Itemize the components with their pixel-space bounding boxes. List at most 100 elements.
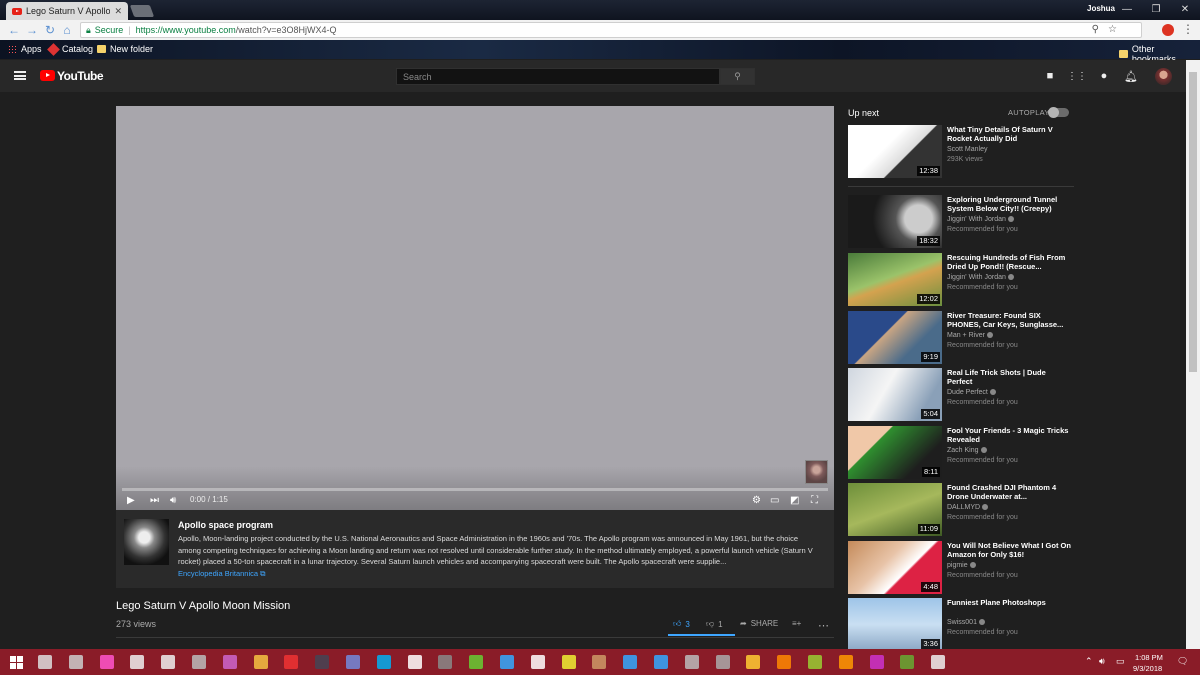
chrome-menu-icon[interactable]: ⋮: [1182, 22, 1194, 36]
forward-arrow-icon[interactable]: →: [24, 22, 40, 38]
app-icon[interactable]: [500, 655, 514, 669]
restore-window-button[interactable]: ❐: [1143, 0, 1169, 18]
app-icon[interactable]: [808, 655, 822, 669]
video-title[interactable]: Funniest Plane Photoshops: [947, 598, 1073, 607]
reload-icon[interactable]: ↻: [42, 22, 58, 38]
apps-grid-icon[interactable]: ⋮⋮: [1067, 69, 1087, 83]
network-tray-icon[interactable]: ▭: [1116, 656, 1125, 667]
back-arrow-icon[interactable]: ←: [6, 22, 22, 38]
youtube-logo-icon[interactable]: [40, 70, 55, 81]
avatar[interactable]: [1155, 68, 1172, 85]
files-icon[interactable]: [192, 655, 206, 669]
add-to-playlist-icon[interactable]: ≡+: [792, 619, 801, 628]
video-thumbnail[interactable]: 12:02: [848, 253, 942, 306]
video-thumbnail[interactable]: 3:36: [848, 598, 942, 651]
xbox-icon[interactable]: [407, 655, 422, 669]
recommended-video[interactable]: 12:02 Rescuing Hundreds of Fish From Drie…: [848, 253, 1074, 307]
next-icon[interactable]: ⏭︎: [150, 493, 159, 507]
folder-icon[interactable]: [253, 655, 268, 669]
messages-icon[interactable]: ●: [1097, 69, 1111, 83]
recommended-video[interactable]: 4:48 You Will Not Believe What I Got On A…: [848, 541, 1074, 595]
autoplay-toggle[interactable]: [1048, 107, 1069, 118]
video-title[interactable]: Real Life Trick Shots | Dude Perfect: [947, 368, 1073, 386]
video-title[interactable]: What Tiny Details Of Saturn V Rocket Act…: [947, 125, 1073, 143]
video-thumbnail[interactable]: 4:48: [848, 541, 942, 594]
minimize-window-button[interactable]: —: [1114, 0, 1140, 18]
app-icon[interactable]: [746, 655, 761, 669]
cast-icon[interactable]: ◩: [790, 493, 799, 507]
recommended-video[interactable]: 11:09 Found Crashed DJI Phantom 4 Drone U…: [848, 483, 1074, 537]
video-thumbnail[interactable]: 12:38: [848, 125, 942, 178]
video-title[interactable]: Exploring Underground Tunnel System Belo…: [947, 195, 1073, 213]
video-thumbnail[interactable]: 18:32: [848, 195, 942, 248]
recommended-video[interactable]: 8:11 Fool Your Friends - 3 Magic Tricks R…: [848, 426, 1074, 480]
profile-name[interactable]: Joshua: [1087, 4, 1115, 13]
browser-tab[interactable]: Lego Saturn V Apollo Mo ✕: [6, 2, 128, 20]
info-panel-source-link[interactable]: Encyclopedia Britannica ⧉: [178, 569, 266, 579]
bookmark-apps[interactable]: Apps: [8, 44, 42, 54]
notifications-icon[interactable]: 🗨︎: [1177, 656, 1188, 667]
photoshop-icon[interactable]: [623, 655, 638, 669]
store-icon[interactable]: [161, 655, 176, 669]
app-icon[interactable]: [838, 655, 853, 669]
theater-mode-icon[interactable]: ▭: [770, 493, 779, 507]
video-title[interactable]: River Treasure: Found SIX PHONES, Car Ke…: [947, 311, 1073, 329]
recommended-video[interactable]: 3:36 Funniest Plane Photoshops Swiss001 Rec…: [848, 598, 1074, 652]
bookmark-catalog[interactable]: Catalog: [47, 42, 93, 56]
tray-chevron-icon[interactable]: ⌃: [1085, 656, 1093, 667]
share-button[interactable]: ➦ SHARE: [740, 619, 778, 628]
blender-icon[interactable]: [777, 655, 792, 669]
app-icon[interactable]: [592, 655, 607, 669]
app-icon[interactable]: [99, 655, 114, 669]
address-bar[interactable]: 🔒︎ Secure | https://www.youtube.com/watc…: [80, 22, 1142, 38]
app-icon[interactable]: [715, 655, 730, 669]
cortana-icon[interactable]: [68, 655, 83, 669]
volume-icon[interactable]: 🔊︎: [170, 493, 176, 507]
app-icon[interactable]: [869, 655, 884, 669]
recommended-video[interactable]: 12:38 What Tiny Details Of Saturn V Rocke…: [848, 125, 1074, 179]
tab-close-icon[interactable]: ✕: [114, 6, 122, 17]
new-tab-button[interactable]: [129, 5, 155, 17]
app-icon[interactable]: [561, 655, 576, 669]
app-icon[interactable]: [931, 655, 946, 669]
app-icon[interactable]: [438, 655, 453, 669]
dislike-button[interactable]: 👎︎ 1: [706, 619, 723, 629]
search-button[interactable]: ⚲: [720, 68, 755, 85]
channel-watermark[interactable]: [805, 460, 828, 484]
bookmark-star-icon[interactable]: ☆: [1108, 24, 1117, 35]
lastpass-extension-icon[interactable]: [1162, 24, 1174, 36]
like-button[interactable]: 👍︎ 3: [673, 619, 690, 629]
zoom-icon[interactable]: ⚲: [1092, 24, 1099, 35]
recommended-video[interactable]: 5:04 Real Life Trick Shots | Dude Perfect…: [848, 368, 1074, 422]
notifications-bell-icon[interactable]: 🔔︎: [1124, 69, 1138, 83]
recommended-video[interactable]: 18:32 Exploring Underground Tunnel System…: [848, 195, 1074, 249]
video-thumbnail[interactable]: 11:09: [848, 483, 942, 536]
home-icon[interactable]: ⌂: [59, 22, 75, 38]
video-title[interactable]: Found Crashed DJI Phantom 4 Drone Underw…: [947, 483, 1073, 501]
bookmark-new-folder[interactable]: New folder: [97, 44, 153, 54]
settings-icon[interactable]: [130, 655, 145, 669]
hamburger-menu-icon[interactable]: [14, 71, 26, 80]
scrollbar-thumb[interactable]: [1189, 72, 1197, 372]
fullscreen-icon[interactable]: ⛶: [811, 493, 818, 507]
video-player[interactable]: [116, 106, 834, 510]
clock-date[interactable]: 9/3/2018: [1133, 664, 1162, 673]
discord-icon[interactable]: [346, 655, 360, 669]
app-icon[interactable]: [900, 655, 915, 669]
settings-gear-icon[interactable]: ⚙: [752, 493, 761, 507]
chrome-icon[interactable]: [284, 655, 299, 669]
app-icon[interactable]: [469, 655, 484, 669]
video-title[interactable]: Fool Your Friends - 3 Magic Tricks Revea…: [947, 426, 1073, 444]
task-view-icon[interactable]: [38, 655, 52, 669]
page-scrollbar[interactable]: [1186, 60, 1200, 649]
create-video-icon[interactable]: ■: [1043, 69, 1057, 83]
windows-start-icon[interactable]: [10, 656, 23, 669]
youtube-logo-text[interactable]: YouTube: [57, 69, 104, 83]
video-title[interactable]: You Will Not Believe What I Got On Amazo…: [947, 541, 1073, 559]
lightroom-icon[interactable]: [654, 655, 668, 669]
app-icon[interactable]: [684, 655, 699, 669]
video-thumbnail[interactable]: 9:19: [848, 311, 942, 364]
skype-icon[interactable]: [376, 655, 391, 669]
recommended-video[interactable]: 9:19 River Treasure: Found SIX PHONES, Ca…: [848, 311, 1074, 365]
video-thumbnail[interactable]: 5:04: [848, 368, 942, 421]
